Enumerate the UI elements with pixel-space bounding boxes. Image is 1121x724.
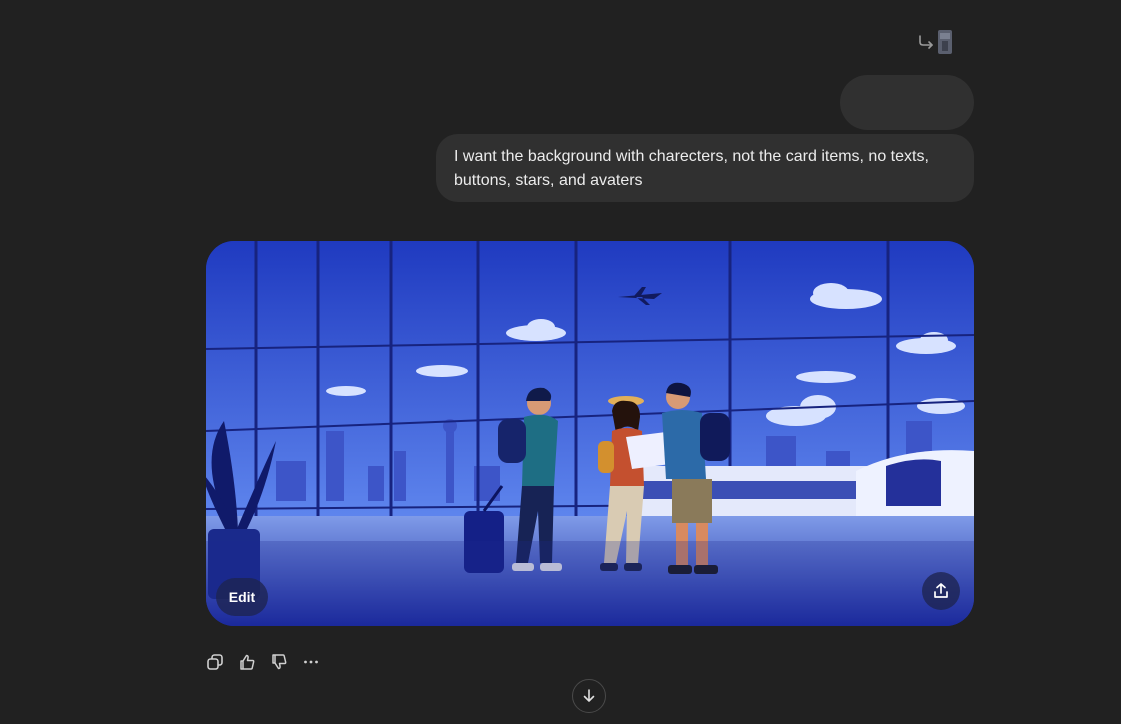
thumbs-down-button[interactable] <box>268 650 290 674</box>
message-actions <box>204 650 322 674</box>
arrow-down-icon <box>583 689 595 702</box>
reply-indicator[interactable] <box>916 30 952 54</box>
chat-page: I want the background with charecters, n… <box>0 0 1121 724</box>
reply-arrow-icon <box>919 35 933 49</box>
share-upload-icon <box>934 583 948 598</box>
thumbs-up-icon <box>240 654 255 670</box>
user-message-bubble: I want the background with charecters, n… <box>436 134 974 202</box>
more-icon <box>304 660 318 664</box>
thumbs-up-button[interactable] <box>236 650 258 674</box>
generated-image <box>206 241 974 626</box>
copy-button[interactable] <box>204 650 226 674</box>
share-button[interactable] <box>922 572 960 610</box>
edit-image-button[interactable]: Edit <box>216 578 268 616</box>
image-thumbnail-icon <box>938 30 952 54</box>
more-options-button[interactable] <box>300 650 322 674</box>
empty-message-bubble <box>840 75 974 130</box>
generated-image-card[interactable]: Edit <box>206 241 974 626</box>
copy-icon <box>207 654 223 670</box>
scroll-to-bottom-button[interactable] <box>572 679 606 713</box>
thumbs-down-icon <box>272 654 287 670</box>
